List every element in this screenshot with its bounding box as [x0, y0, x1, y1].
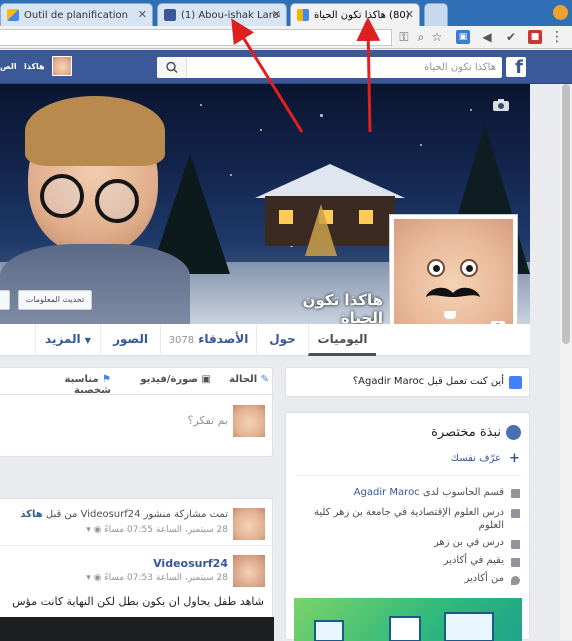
annotation-arrow [231, 18, 304, 133]
annotation-arrows [231, 17, 381, 133]
annotation-arrow [356, 17, 381, 133]
